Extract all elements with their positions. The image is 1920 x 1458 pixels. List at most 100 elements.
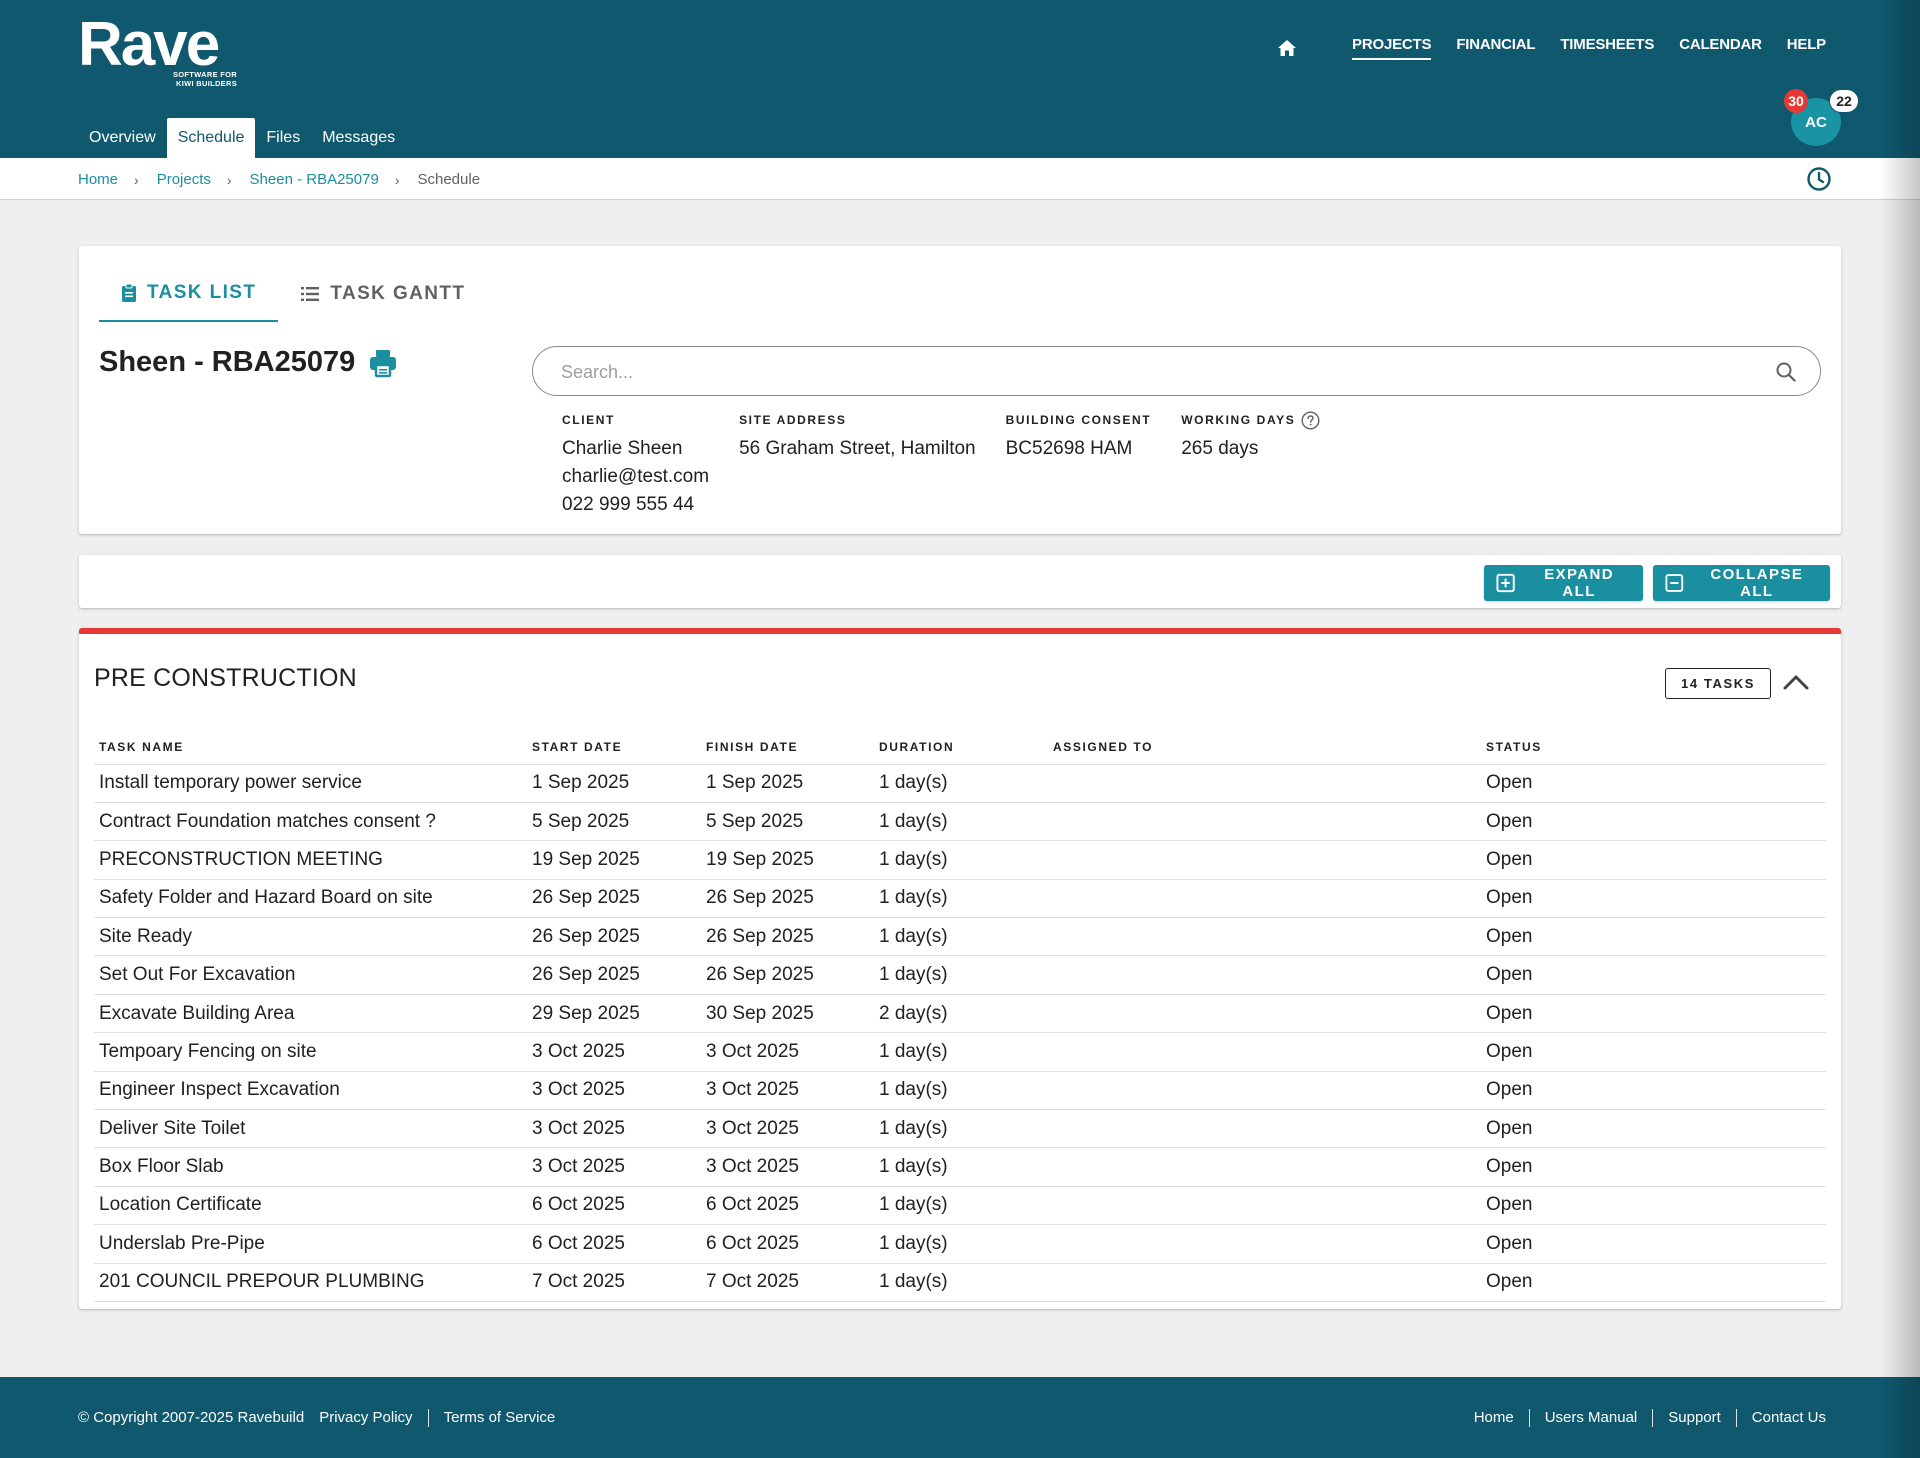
table-row[interactable]: Box Floor Slab 3 Oct 2025 3 Oct 2025 1 day(… <box>94 1147 1826 1187</box>
breadcrumb-project[interactable]: Sheen - RBA25079 <box>250 171 379 188</box>
tab-overview[interactable]: Overview <box>78 118 167 158</box>
clipboard-icon <box>122 283 136 302</box>
notification-badge[interactable]: 30 <box>1784 89 1808 113</box>
status-cell: Open <box>1481 1147 1826 1187</box>
task-name-cell: Underslab Pre-Pipe <box>94 1224 527 1264</box>
nav-timesheets[interactable]: TIMESHEETS <box>1560 36 1654 60</box>
footer-link-terms[interactable]: Terms of Service <box>444 1409 556 1426</box>
tab-task-list[interactable]: TASK LIST <box>99 266 279 322</box>
column-header-start-date[interactable]: START DATE <box>527 730 701 765</box>
column-header-finish-date[interactable]: FINISH DATE <box>701 730 874 765</box>
site-address-value: 56 Graham Street, Hamilton <box>739 438 976 459</box>
logo-tagline: SOFTWARE FOR KIWI BUILDERS <box>172 70 237 88</box>
search-box <box>532 346 1821 396</box>
table-row[interactable]: Excavate Building Area 29 Sep 2025 30 Sep … <box>94 994 1826 1034</box>
footer-link-support[interactable]: Support <box>1668 1409 1721 1426</box>
nav-financial[interactable]: FINANCIAL <box>1456 36 1535 60</box>
working-days-label-row: WORKING DAYS <box>1181 410 1320 430</box>
assigned-to-cell <box>1048 1224 1481 1264</box>
search-input[interactable] <box>561 359 1741 385</box>
finish-date-cell: 1 Sep 2025 <box>701 764 874 803</box>
chevron-right-icon: › <box>134 171 139 188</box>
footer-link-contact[interactable]: Contact Us <box>1752 1409 1826 1426</box>
footer-link-users-manual[interactable]: Users Manual <box>1545 1409 1638 1426</box>
finish-date-cell: 3 Oct 2025 <box>701 1147 874 1187</box>
nav-help[interactable]: HELP <box>1787 36 1826 60</box>
table-row[interactable]: Contract Foundation matches consent ? 5 S… <box>94 802 1826 842</box>
history-icon[interactable] <box>1806 166 1832 192</box>
help-circle-icon[interactable] <box>1301 410 1320 430</box>
start-date-cell: 5 Sep 2025 <box>527 802 701 842</box>
assigned-to-cell <box>1048 1263 1481 1302</box>
task-name-cell: Deliver Site Toilet <box>94 1109 527 1149</box>
status-cell: Open <box>1481 994 1826 1034</box>
footer-right: Home Users Manual Support Contact Us <box>1474 1377 1826 1458</box>
task-name-cell: Set Out For Excavation <box>94 955 527 995</box>
duration-cell: 1 day(s) <box>874 1032 1048 1072</box>
table-row[interactable]: PRECONSTRUCTION MEETING 19 Sep 2025 19 Sep… <box>94 840 1826 880</box>
assigned-to-cell <box>1048 1071 1481 1111</box>
table-row[interactable]: 201 COUNCIL PREPOUR PLUMBING 7 Oct 2025 7 … <box>94 1263 1826 1302</box>
table-row[interactable]: Set Out For Excavation 26 Sep 2025 26 Sep … <box>94 955 1826 995</box>
table-row[interactable]: Install temporary power service 1 Sep 202… <box>94 764 1826 803</box>
expand-all-label: EXPAND ALL <box>1544 566 1614 600</box>
start-date-cell: 19 Sep 2025 <box>527 840 701 880</box>
duration-cell: 1 day(s) <box>874 1109 1048 1149</box>
breadcrumb-projects[interactable]: Projects <box>157 171 211 188</box>
tab-task-list-label: TASK LIST <box>147 282 257 303</box>
duration-cell: 1 day(s) <box>874 764 1048 803</box>
breadcrumb-home[interactable]: Home <box>78 171 118 188</box>
column-header-duration[interactable]: DURATION <box>874 730 1048 765</box>
chevron-up-icon[interactable] <box>1779 666 1813 700</box>
nav-projects[interactable]: PROJECTS <box>1352 36 1432 60</box>
start-date-cell: 26 Sep 2025 <box>527 917 701 957</box>
print-icon[interactable] <box>367 347 399 379</box>
assigned-to-cell <box>1048 840 1481 880</box>
status-cell: Open <box>1481 802 1826 842</box>
top-header: Rave SOFTWARE FOR KIWI BUILDERS PROJECTS… <box>0 0 1920 158</box>
nav-calendar[interactable]: CALENDAR <box>1679 36 1762 60</box>
table-row[interactable]: Deliver Site Toilet 3 Oct 2025 3 Oct 2025 1… <box>94 1109 1826 1149</box>
column-header-status[interactable]: STATUS <box>1481 730 1826 765</box>
project-sub-tabs: Overview Schedule Files Messages <box>78 118 406 158</box>
tab-task-gantt[interactable]: TASK GANTT <box>278 266 487 322</box>
column-header-assigned-to[interactable]: ASSIGNED TO <box>1048 730 1481 765</box>
home-icon[interactable] <box>1277 37 1299 59</box>
footer-link-privacy[interactable]: Privacy Policy <box>319 1409 412 1426</box>
table-row[interactable]: Engineer Inspect Excavation 3 Oct 2025 3 O… <box>94 1071 1826 1111</box>
message-badge[interactable]: 22 <box>1829 89 1859 113</box>
client-details: CLIENT Charlie Sheen charlie@test.com 02… <box>562 411 709 519</box>
task-name-cell: Site Ready <box>94 917 527 957</box>
finish-date-cell: 6 Oct 2025 <box>701 1186 874 1226</box>
table-row[interactable]: Safety Folder and Hazard Board on site 26… <box>94 879 1826 919</box>
table-row[interactable]: Underslab Pre-Pipe 6 Oct 2025 6 Oct 2025 1 … <box>94 1224 1826 1264</box>
task-name-cell: Safety Folder and Hazard Board on site <box>94 879 527 919</box>
tab-schedule[interactable]: Schedule <box>166 118 256 158</box>
start-date-cell: 3 Oct 2025 <box>527 1109 701 1149</box>
stage-card-pre-construction: PRE CONSTRUCTION 14 TASKS TASK NAME STAR… <box>79 628 1841 1309</box>
duration-cell: 1 day(s) <box>874 1071 1048 1111</box>
table-row[interactable]: Tempoary Fencing on site 3 Oct 2025 3 Oct … <box>94 1032 1826 1072</box>
expand-all-button[interactable]: EXPAND ALL <box>1484 565 1643 601</box>
status-cell: Open <box>1481 1071 1826 1111</box>
finish-date-cell: 30 Sep 2025 <box>701 994 874 1034</box>
site-address-label: SITE ADDRESS <box>739 413 847 427</box>
column-header-task-name[interactable]: TASK NAME <box>94 730 527 765</box>
footer-link-home[interactable]: Home <box>1474 1409 1514 1426</box>
task-name-cell: Box Floor Slab <box>94 1147 527 1187</box>
table-row[interactable]: Site Ready 26 Sep 2025 26 Sep 2025 1 day(s)… <box>94 917 1826 957</box>
tab-messages[interactable]: Messages <box>311 118 406 158</box>
search-icon[interactable] <box>1774 360 1798 384</box>
start-date-cell: 6 Oct 2025 <box>527 1224 701 1264</box>
duration-cell: 1 day(s) <box>874 840 1048 880</box>
view-tabs: TASK LIST TASK GANTT <box>99 266 487 322</box>
building-consent-details: BUILDING CONSENT BC52698 HAM <box>1006 411 1152 519</box>
start-date-cell: 3 Oct 2025 <box>527 1032 701 1072</box>
tab-files[interactable]: Files <box>255 118 311 158</box>
assigned-to-cell <box>1048 879 1481 919</box>
table-row[interactable]: Location Certificate 6 Oct 2025 6 Oct 2025… <box>94 1186 1826 1226</box>
task-count-chip: 14 TASKS <box>1665 668 1771 699</box>
collapse-all-button[interactable]: COLLAPSE ALL <box>1653 565 1830 601</box>
table-header-row: TASK NAME START DATE FINISH DATE DURATIO… <box>94 730 1826 765</box>
rave-logo[interactable]: Rave SOFTWARE FOR KIWI BUILDERS <box>78 14 238 94</box>
